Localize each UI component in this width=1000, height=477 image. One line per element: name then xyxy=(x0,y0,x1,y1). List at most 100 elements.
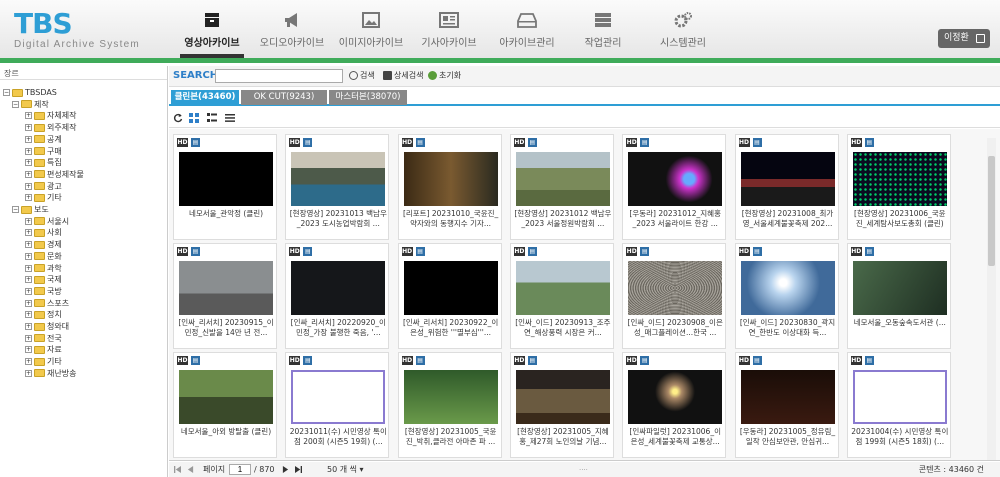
grid-view-icon[interactable] xyxy=(189,113,199,123)
expand-icon[interactable]: + xyxy=(25,299,32,307)
tree-node[interactable]: + 경제 xyxy=(25,239,62,250)
video-thumbnail[interactable] xyxy=(740,370,835,424)
tree-node[interactable]: + 광고 xyxy=(25,181,62,192)
tree-node[interactable]: + 청와대 xyxy=(25,321,69,332)
nav-item-6[interactable]: 작업관리 xyxy=(577,12,629,56)
expand-icon[interactable]: + xyxy=(25,124,32,132)
content-card[interactable]: HD ▤ [현장영상] 20231013 백남우_2023 도시농업박람회 ... xyxy=(285,134,390,240)
video-thumbnail[interactable] xyxy=(179,370,273,424)
expand-icon[interactable]: + xyxy=(25,323,32,330)
content-card[interactable]: HD ▤ 네모서울_관악정 (클린) xyxy=(173,134,277,240)
video-thumbnail[interactable] xyxy=(179,261,273,315)
tree-node[interactable]: + 자체제작 xyxy=(25,110,76,121)
tree-node[interactable]: + 전국 xyxy=(25,333,62,344)
content-card[interactable]: HD ▤ [인싸_리서치] 20230922_이은성_위험한 '''멸부심'''..… xyxy=(397,243,502,349)
video-thumbnail[interactable] xyxy=(515,261,610,315)
expand-icon[interactable]: + xyxy=(25,252,32,260)
content-card[interactable]: HD ▤ [우동라] 20231012_지혜홍_2023 서울라이트 한강 ... xyxy=(622,134,727,240)
logo[interactable]: TBS Digital Archive System xyxy=(14,10,140,51)
expand-icon[interactable]: + xyxy=(25,369,32,377)
content-card[interactable]: HD ▤ 20231011(수) 시민영상 톡이점 200회 (시즌5 19회) (… xyxy=(285,352,390,458)
content-card[interactable]: HD ▤ [인싸_리서치] 20220920_이민정_가장 불행한 죽음, '... xyxy=(285,243,390,349)
content-card[interactable]: HD ▤ [현장영상] 20231008_최가영_서울세계불꽃축제 202... xyxy=(734,134,839,240)
content-card[interactable]: HD ▤ [리포트] 20231010_국윤진_약자와의 동행지수 기자... xyxy=(397,134,502,240)
video-thumbnail[interactable] xyxy=(740,261,835,315)
video-thumbnail[interactable] xyxy=(852,152,947,206)
expand-icon[interactable]: + xyxy=(25,287,32,295)
content-card[interactable]: HD ▤ [현장영상] 20231006_국윤진_세계탐사보도총회 (클린) xyxy=(846,134,951,240)
reset-button[interactable]: 초기화 xyxy=(428,70,461,81)
prev-page-icon[interactable] xyxy=(187,466,194,473)
video-thumbnail[interactable] xyxy=(403,370,498,424)
video-thumbnail[interactable] xyxy=(179,152,273,206)
expand-icon[interactable]: + xyxy=(25,311,32,319)
nav-item-7[interactable]: 시스템관리 xyxy=(654,12,712,56)
video-thumbnail[interactable] xyxy=(628,370,723,424)
tree-node[interactable]: + 스포츠 xyxy=(25,298,69,309)
expand-icon[interactable]: + xyxy=(25,358,32,366)
tree-node[interactable]: + 과학 xyxy=(25,263,62,274)
content-card[interactable]: HD ▤ 네모서울_오동숲속도서관 (... xyxy=(846,243,951,349)
video-thumbnail[interactable] xyxy=(628,152,723,206)
video-thumbnail[interactable] xyxy=(403,152,498,206)
video-thumbnail[interactable] xyxy=(740,152,835,206)
collapse-icon[interactable]: − xyxy=(12,206,19,213)
tree-node[interactable]: + 자료 xyxy=(25,344,62,355)
tree-node[interactable]: − TBSDAS xyxy=(3,87,57,98)
expand-icon[interactable]: + xyxy=(25,170,32,178)
content-card[interactable]: HD ▤ [인싸_이드] 20230830_곽지연_한반도 이상대화 득... xyxy=(734,243,839,349)
list-view-icon[interactable] xyxy=(225,113,235,123)
grid-scrollbar[interactable] xyxy=(987,138,996,460)
content-card[interactable]: HD ▤ [우동라] 20231005_정유림_일작 안심보안관, 안심귀... xyxy=(734,352,839,458)
tree-node[interactable]: + 국방 xyxy=(25,286,62,297)
expand-icon[interactable]: + xyxy=(25,135,32,143)
search-button[interactable]: 검색 xyxy=(349,70,375,81)
detail-search-button[interactable]: 상세검색 xyxy=(383,70,423,81)
per-page-select[interactable]: 50 개 씩 ▾ xyxy=(327,462,364,477)
tree-node[interactable]: + 외주제작 xyxy=(25,122,76,133)
content-card[interactable]: HD ▤ [인싸파일럿] 20231006_이은성_세계불꽃축제 교통상... xyxy=(622,352,727,458)
tree-node[interactable]: + 서울시 xyxy=(25,216,69,227)
tree-node[interactable]: − 제작 xyxy=(12,99,49,110)
content-card[interactable]: HD ▤ 20231004(수) 시민영상 톡이점 199회 (시즌5 18회) (… xyxy=(846,352,951,458)
video-thumbnail[interactable] xyxy=(515,370,610,424)
expand-icon[interactable]: + xyxy=(25,159,32,167)
expand-icon[interactable]: + xyxy=(25,182,32,190)
tree-node[interactable]: + 공계 xyxy=(25,134,62,145)
expand-icon[interactable]: + xyxy=(25,346,32,354)
expand-icon[interactable]: + xyxy=(25,217,32,225)
tab-master[interactable]: 마스터본(38070) xyxy=(329,90,407,105)
nav-item-5[interactable]: 아카이브관리 xyxy=(494,12,560,56)
tree-node[interactable]: + 문화 xyxy=(25,251,62,262)
tree-node[interactable]: + 국제 xyxy=(25,274,62,285)
video-thumbnail[interactable] xyxy=(291,152,386,206)
tree-node[interactable]: + 재난방송 xyxy=(25,368,76,379)
tab-ok-cut[interactable]: OK CUT(9243) xyxy=(241,90,327,105)
nav-item-2[interactable]: 오디오아카이브 xyxy=(254,12,330,56)
nav-item-3[interactable]: 이미지아카이브 xyxy=(333,12,409,56)
tree-node[interactable]: + 특집 xyxy=(25,157,62,168)
tree-node[interactable]: + 정치 xyxy=(25,309,62,320)
content-card[interactable]: HD ▤ [현장영상] 20231005_지혜홍_제27회 노인의날 기념... xyxy=(509,352,614,458)
expand-icon[interactable]: + xyxy=(25,264,32,272)
first-page-icon[interactable] xyxy=(174,466,181,473)
video-thumbnail[interactable] xyxy=(515,152,610,206)
content-card[interactable]: HD ▤ 네모서울_아외 방탈출 (클린) xyxy=(173,352,277,458)
expand-icon[interactable]: + xyxy=(25,276,32,284)
user-logout-button[interactable]: 이정환 xyxy=(938,29,990,48)
page-number-input[interactable] xyxy=(229,464,251,475)
expand-icon[interactable]: + xyxy=(25,147,32,155)
content-card[interactable]: HD ▤ [현장영상] 20231012 백남우_2023 서울정원박람회 ... xyxy=(509,134,614,240)
content-card[interactable]: HD ▤ [현장영상] 20231005_국윤진_박취,클라전 아마존 파 ... xyxy=(397,352,502,458)
video-thumbnail[interactable] xyxy=(628,261,723,315)
content-card[interactable]: HD ▤ [인싸_이드] 20230913_조주연_해상풍력 시장은 커... xyxy=(509,243,614,349)
scrollbar-thumb[interactable] xyxy=(988,156,995,266)
refresh-icon[interactable] xyxy=(173,113,183,123)
expand-icon[interactable]: + xyxy=(25,241,32,249)
tree-node[interactable]: + 기타 xyxy=(25,192,62,203)
video-thumbnail[interactable] xyxy=(852,370,947,424)
video-thumbnail[interactable] xyxy=(852,261,947,315)
next-page-icon[interactable] xyxy=(282,466,289,473)
detail-list-view-icon[interactable] xyxy=(207,113,217,123)
tree-node[interactable]: − 보도 xyxy=(12,204,49,215)
